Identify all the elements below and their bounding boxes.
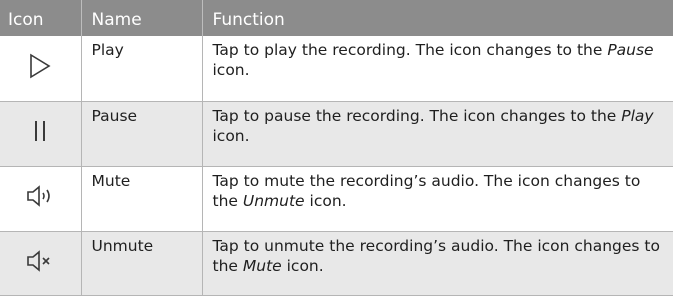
header-icon: Icon xyxy=(8,10,44,30)
mute-icon xyxy=(26,185,54,207)
play-icon xyxy=(29,53,51,79)
table-row: Play Tap to play the recording. The icon… xyxy=(0,36,673,102)
row-name: Mute xyxy=(80,166,202,232)
row-function: Tap to unmute the recording’s audio. The… xyxy=(201,231,673,296)
table-row: Unmute Tap to unmute the recording’s aud… xyxy=(0,231,673,296)
icon-cell xyxy=(0,36,81,102)
row-name: Pause xyxy=(80,101,202,167)
icon-reference-table: Icon Name Function Play Tap to play the … xyxy=(0,0,673,296)
table-header-row: Icon Name Function xyxy=(0,0,673,36)
row-function: Tap to mute the recording’s audio. The i… xyxy=(201,166,673,232)
icon-cell xyxy=(0,231,81,296)
unmute-icon xyxy=(26,249,54,272)
row-name: Play xyxy=(80,36,202,102)
table-row: Mute Tap to mute the recording’s audio. … xyxy=(0,166,673,232)
table-row: Pause Tap to pause the recording. The ic… xyxy=(0,101,673,167)
header-name: Name xyxy=(80,0,202,36)
icon-cell xyxy=(0,166,81,232)
icon-cell xyxy=(0,101,81,167)
row-function: Tap to play the recording. The icon chan… xyxy=(201,36,673,102)
row-name: Unmute xyxy=(80,231,202,296)
pause-icon xyxy=(33,119,47,143)
row-function: Tap to pause the recording. The icon cha… xyxy=(201,101,673,167)
header-function: Function xyxy=(201,0,673,36)
